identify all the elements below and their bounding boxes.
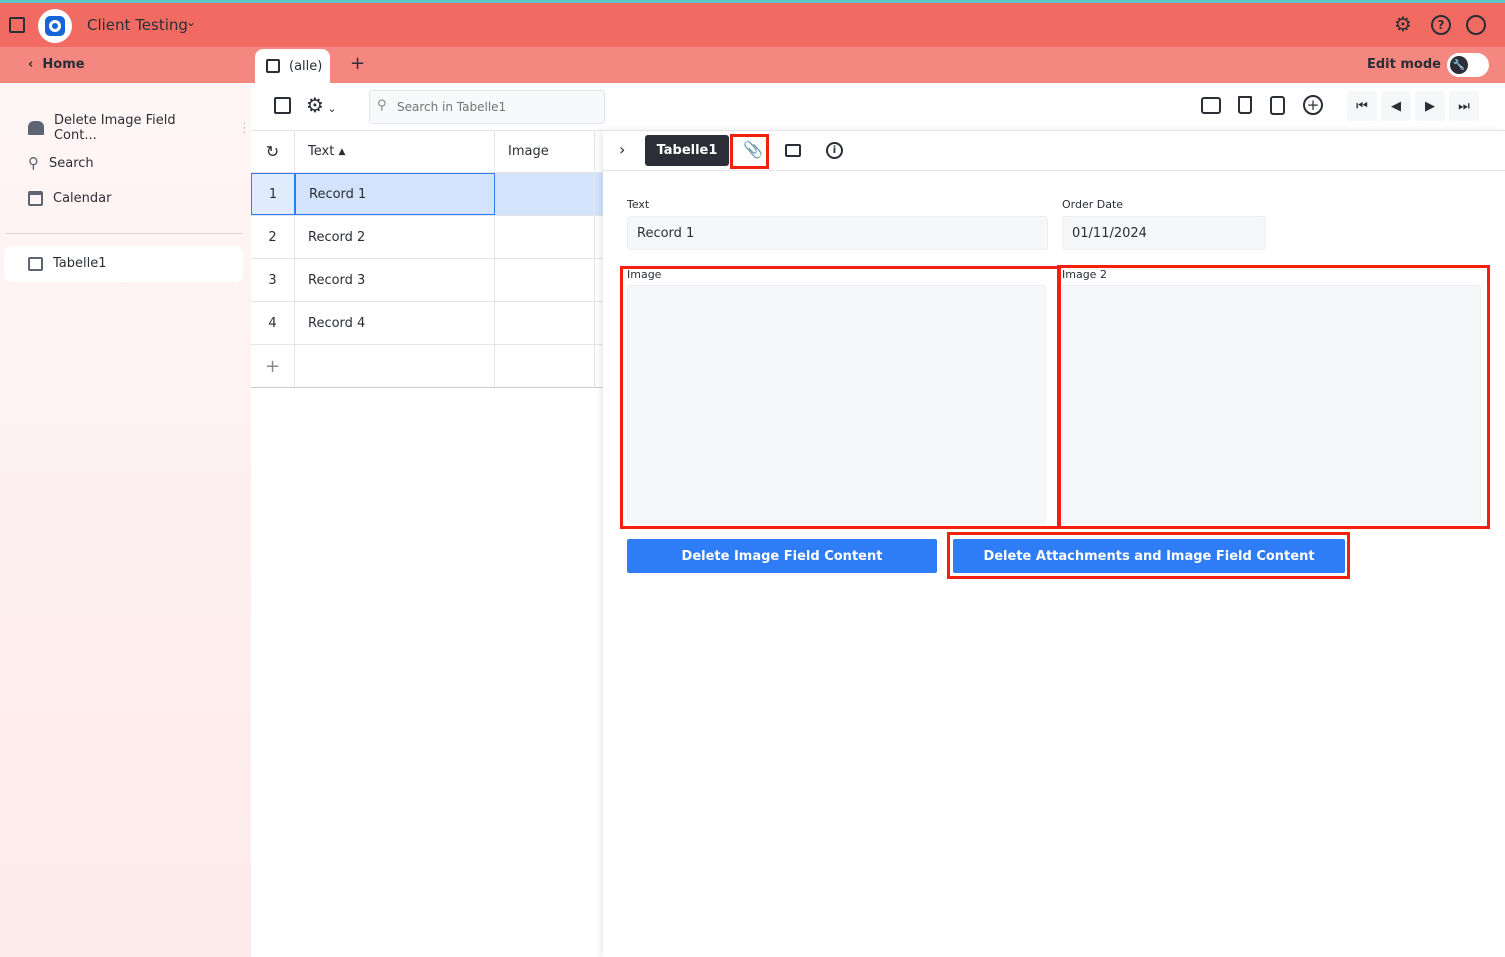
search-icon: ⚲ — [28, 154, 39, 172]
sidebar-divider — [5, 233, 243, 234]
home-label: Home — [42, 57, 85, 72]
edit-table-icon[interactable] — [274, 97, 291, 114]
first-record-button[interactable]: ⏮ — [1347, 91, 1377, 121]
plus-icon: + — [264, 355, 281, 377]
sidebar-item-label: Delete Image Field Cont... — [53, 113, 176, 143]
edit-mode-label: Edit mode — [1367, 57, 1441, 72]
chevron-down-icon[interactable]: ⌄ — [186, 15, 196, 29]
home-icon — [28, 121, 44, 135]
row-number: 1 — [251, 173, 295, 215]
row-number: 2 — [251, 216, 295, 258]
sidebar-item-delete-image[interactable]: Delete Image Field Cont... ⋮ — [28, 113, 251, 143]
delete-attachments-and-image-button[interactable]: Delete Attachments and Image Field Conte… — [953, 539, 1345, 573]
add-record-icon[interactable]: + — [1303, 95, 1323, 115]
sort-asc-icon: ▲ — [338, 146, 346, 157]
table-row[interactable]: 1 Record 1 — [251, 173, 603, 216]
cell-text[interactable]: Record 3 — [295, 259, 495, 301]
image2-field-label: Image 2 — [1062, 268, 1107, 281]
image2-field[interactable] — [1062, 285, 1481, 523]
table-row[interactable]: 3 Record 3 — [251, 259, 603, 302]
sidebar-item-search[interactable]: ⚲ Search — [28, 154, 94, 172]
cell-image[interactable] — [495, 302, 595, 344]
collapse-chevron-icon[interactable]: › — [619, 140, 625, 159]
search-input[interactable] — [369, 90, 605, 124]
table-icon — [266, 59, 280, 73]
sidebar-item-calendar[interactable]: Calendar — [28, 191, 111, 206]
table-row[interactable]: 2 Record 2 — [251, 216, 603, 259]
order-date-field[interactable]: 01/11/2024 — [1062, 216, 1266, 250]
sidebar-item-label: Tabelle1 — [53, 256, 107, 271]
search-icon: ⚲ — [377, 98, 387, 113]
image-field[interactable] — [627, 285, 1046, 523]
table-view: ⚙ ⌄ ⚲ ↻ Text ▲ Image 1 Record 1 2Record … — [251, 83, 605, 957]
image-field-label: Image — [627, 268, 662, 281]
row-number: 4 — [251, 302, 295, 344]
tab-alle[interactable]: (alle) — [255, 49, 330, 83]
cell-image[interactable] — [495, 259, 595, 301]
edit-mode-toggle[interactable]: 🔧 — [1447, 53, 1489, 77]
calendar-icon — [28, 191, 43, 206]
table-header: ↻ Text ▲ Image — [251, 130, 603, 173]
trash-icon[interactable] — [1238, 96, 1252, 114]
app-header: Client Testing ⌄ ⚙ ? — [0, 3, 1505, 47]
user-icon[interactable] — [1466, 15, 1486, 35]
cell-text[interactable]: Record 2 — [295, 216, 495, 258]
column-header-text[interactable]: Text ▲ — [295, 131, 495, 172]
sub-header: ‹ Home (alle) + Edit mode 🔧 — [0, 47, 1505, 83]
next-record-button[interactable]: ▶ — [1415, 91, 1445, 121]
add-tab-button[interactable]: + — [350, 53, 365, 74]
table-row[interactable]: 4 Record 4 — [251, 302, 603, 345]
wrench-icon: 🔧 — [1450, 56, 1468, 74]
delete-image-field-content-button[interactable]: Delete Image Field Content — [627, 539, 937, 573]
comment-icon[interactable] — [785, 144, 801, 157]
add-row[interactable]: + — [251, 345, 603, 388]
sidebar-item-tabelle1-content[interactable]: Tabelle1 — [28, 256, 107, 271]
more-icon[interactable]: ⋮ — [238, 121, 251, 136]
cell-image[interactable] — [495, 173, 595, 215]
print-icon[interactable] — [1201, 97, 1221, 114]
refresh-icon[interactable]: ↻ — [266, 142, 279, 161]
cell-text[interactable]: Record 1 — [295, 173, 495, 215]
gear-icon[interactable]: ⚙ — [1394, 12, 1412, 36]
settings-icon[interactable]: ⚙ ⌄ — [306, 93, 337, 117]
info-icon[interactable]: i — [826, 142, 843, 159]
cell-text[interactable]: Record 4 — [295, 302, 495, 344]
row-number: 3 — [251, 259, 295, 301]
home-link[interactable]: ‹ Home — [28, 57, 85, 72]
text-field[interactable]: Record 1 — [627, 216, 1048, 250]
last-record-button[interactable]: ⏭ — [1449, 91, 1479, 121]
order-date-label: Order Date — [1062, 198, 1124, 211]
text-field-label: Text — [627, 198, 650, 211]
sidebar-item-label: Calendar — [53, 191, 112, 206]
tab-tabelle1[interactable]: Tabelle1 — [645, 135, 729, 166]
cell-image[interactable] — [495, 216, 595, 258]
previous-record-button[interactable]: ◀ — [1381, 91, 1411, 121]
column-header-image[interactable]: Image — [495, 131, 595, 172]
attachment-icon[interactable]: 📎 — [743, 140, 763, 159]
detail-tabbar — [603, 130, 1505, 171]
help-icon[interactable]: ? — [1431, 15, 1451, 35]
table-icon — [28, 256, 43, 271]
sidebar-item-label: Search — [49, 155, 94, 171]
sidebar: Delete Image Field Cont... ⋮ ⚲ Search Cale… — [0, 83, 251, 957]
app-logo[interactable] — [38, 9, 72, 43]
copy-icon[interactable] — [1270, 96, 1285, 115]
sidebar-toggle-icon[interactable] — [9, 17, 25, 33]
tab-label: (alle) — [289, 58, 323, 74]
record-detail-panel: › Tabelle1 📎 i Text Record 1 Order Date … — [603, 130, 1505, 957]
app-title[interactable]: Client Testing — [87, 16, 188, 34]
